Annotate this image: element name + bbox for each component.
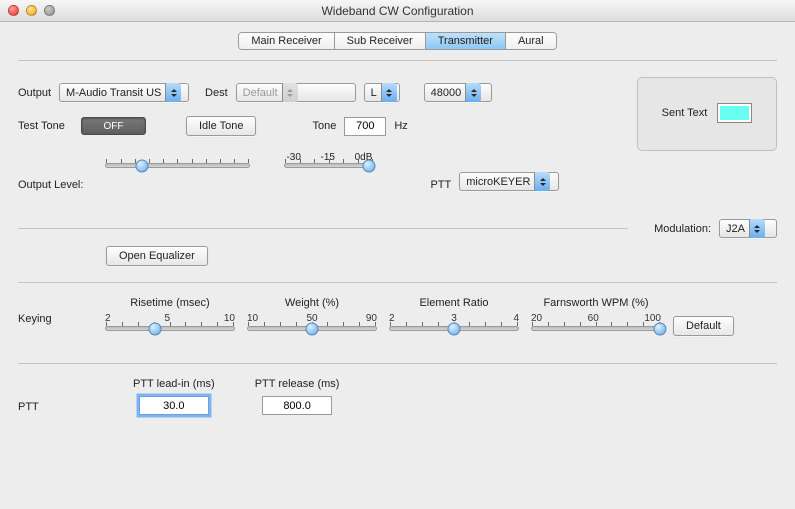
updown-icon xyxy=(381,83,397,102)
sent-text-label: Sent Text xyxy=(662,107,708,119)
farnsworth-label: Farnsworth WPM (%) xyxy=(543,297,648,309)
ptt-release-input[interactable] xyxy=(262,396,332,415)
output-level-slider-a[interactable] xyxy=(105,163,250,191)
test-tone-label: Test Tone xyxy=(18,120,73,132)
updown-icon xyxy=(749,219,765,238)
sample-rate-select[interactable]: 48000 xyxy=(424,83,492,102)
updown-icon xyxy=(534,172,550,191)
farnsworth-slider[interactable]: 20 60 100 xyxy=(531,313,661,341)
modulation-label: Modulation: xyxy=(654,223,711,235)
output-device-value: M-Audio Transit US xyxy=(66,87,165,99)
weight-slider[interactable]: 10 50 90 xyxy=(247,313,377,341)
tab-aural[interactable]: Aural xyxy=(506,33,556,49)
tone-unit: Hz xyxy=(394,120,407,132)
tone-input[interactable] xyxy=(344,117,386,136)
test-tone-toggle[interactable]: OFF xyxy=(81,117,146,135)
ptt-leadin-label: PTT lead-in (ms) xyxy=(133,378,215,390)
sent-text-group: Sent Text xyxy=(637,77,777,151)
idle-tone-button[interactable]: Idle Tone xyxy=(186,116,256,136)
modulation-value: J2A xyxy=(726,223,749,235)
risetime-slider[interactable]: 2 5 10 xyxy=(105,313,235,341)
sent-text-color-swatch[interactable] xyxy=(717,103,752,123)
weight-label: Weight (%) xyxy=(285,297,339,309)
dest-value: Default xyxy=(243,87,282,99)
ptt-section-label: PTT xyxy=(18,401,93,415)
test-tone-state: OFF xyxy=(104,121,124,132)
tab-transmitter[interactable]: Transmitter xyxy=(426,33,506,49)
output-level-label: Output Level: xyxy=(18,179,83,191)
ptt-select-label: PTT xyxy=(430,179,451,191)
open-equalizer-button[interactable]: Open Equalizer xyxy=(106,246,208,266)
dest-select[interactable]: Default xyxy=(236,83,356,102)
ptt-select[interactable]: microKEYER xyxy=(459,172,559,191)
ratio-label: Element Ratio xyxy=(419,297,488,309)
tone-label: Tone xyxy=(312,120,336,132)
modulation-select[interactable]: J2A xyxy=(719,219,777,238)
title-bar: Wideband CW Configuration xyxy=(0,0,795,22)
keying-label: Keying xyxy=(18,313,93,325)
dest-label: Dest xyxy=(205,87,228,99)
keying-default-button[interactable]: Default xyxy=(673,316,734,336)
tab-bar: Main Receiver Sub Receiver Transmitter A… xyxy=(238,32,556,50)
output-level-slider-b[interactable] xyxy=(284,163,374,191)
updown-icon xyxy=(282,83,298,102)
window-title: Wideband CW Configuration xyxy=(0,4,795,18)
updown-icon xyxy=(465,83,481,102)
channel-select[interactable]: L xyxy=(364,83,400,102)
ptt-leadin-input[interactable] xyxy=(139,396,209,415)
ptt-release-label: PTT release (ms) xyxy=(255,378,340,390)
channel-value: L xyxy=(371,87,381,99)
tab-main-receiver[interactable]: Main Receiver xyxy=(239,33,334,49)
risetime-label: Risetime (msec) xyxy=(130,297,209,309)
output-label: Output xyxy=(18,87,51,99)
updown-icon xyxy=(165,83,181,102)
tab-sub-receiver[interactable]: Sub Receiver xyxy=(335,33,426,49)
sample-rate-value: 48000 xyxy=(431,87,466,99)
ptt-select-value: microKEYER xyxy=(466,176,534,188)
ratio-slider[interactable]: 2 3 4 xyxy=(389,313,519,341)
output-device-select[interactable]: M-Audio Transit US xyxy=(59,83,189,102)
